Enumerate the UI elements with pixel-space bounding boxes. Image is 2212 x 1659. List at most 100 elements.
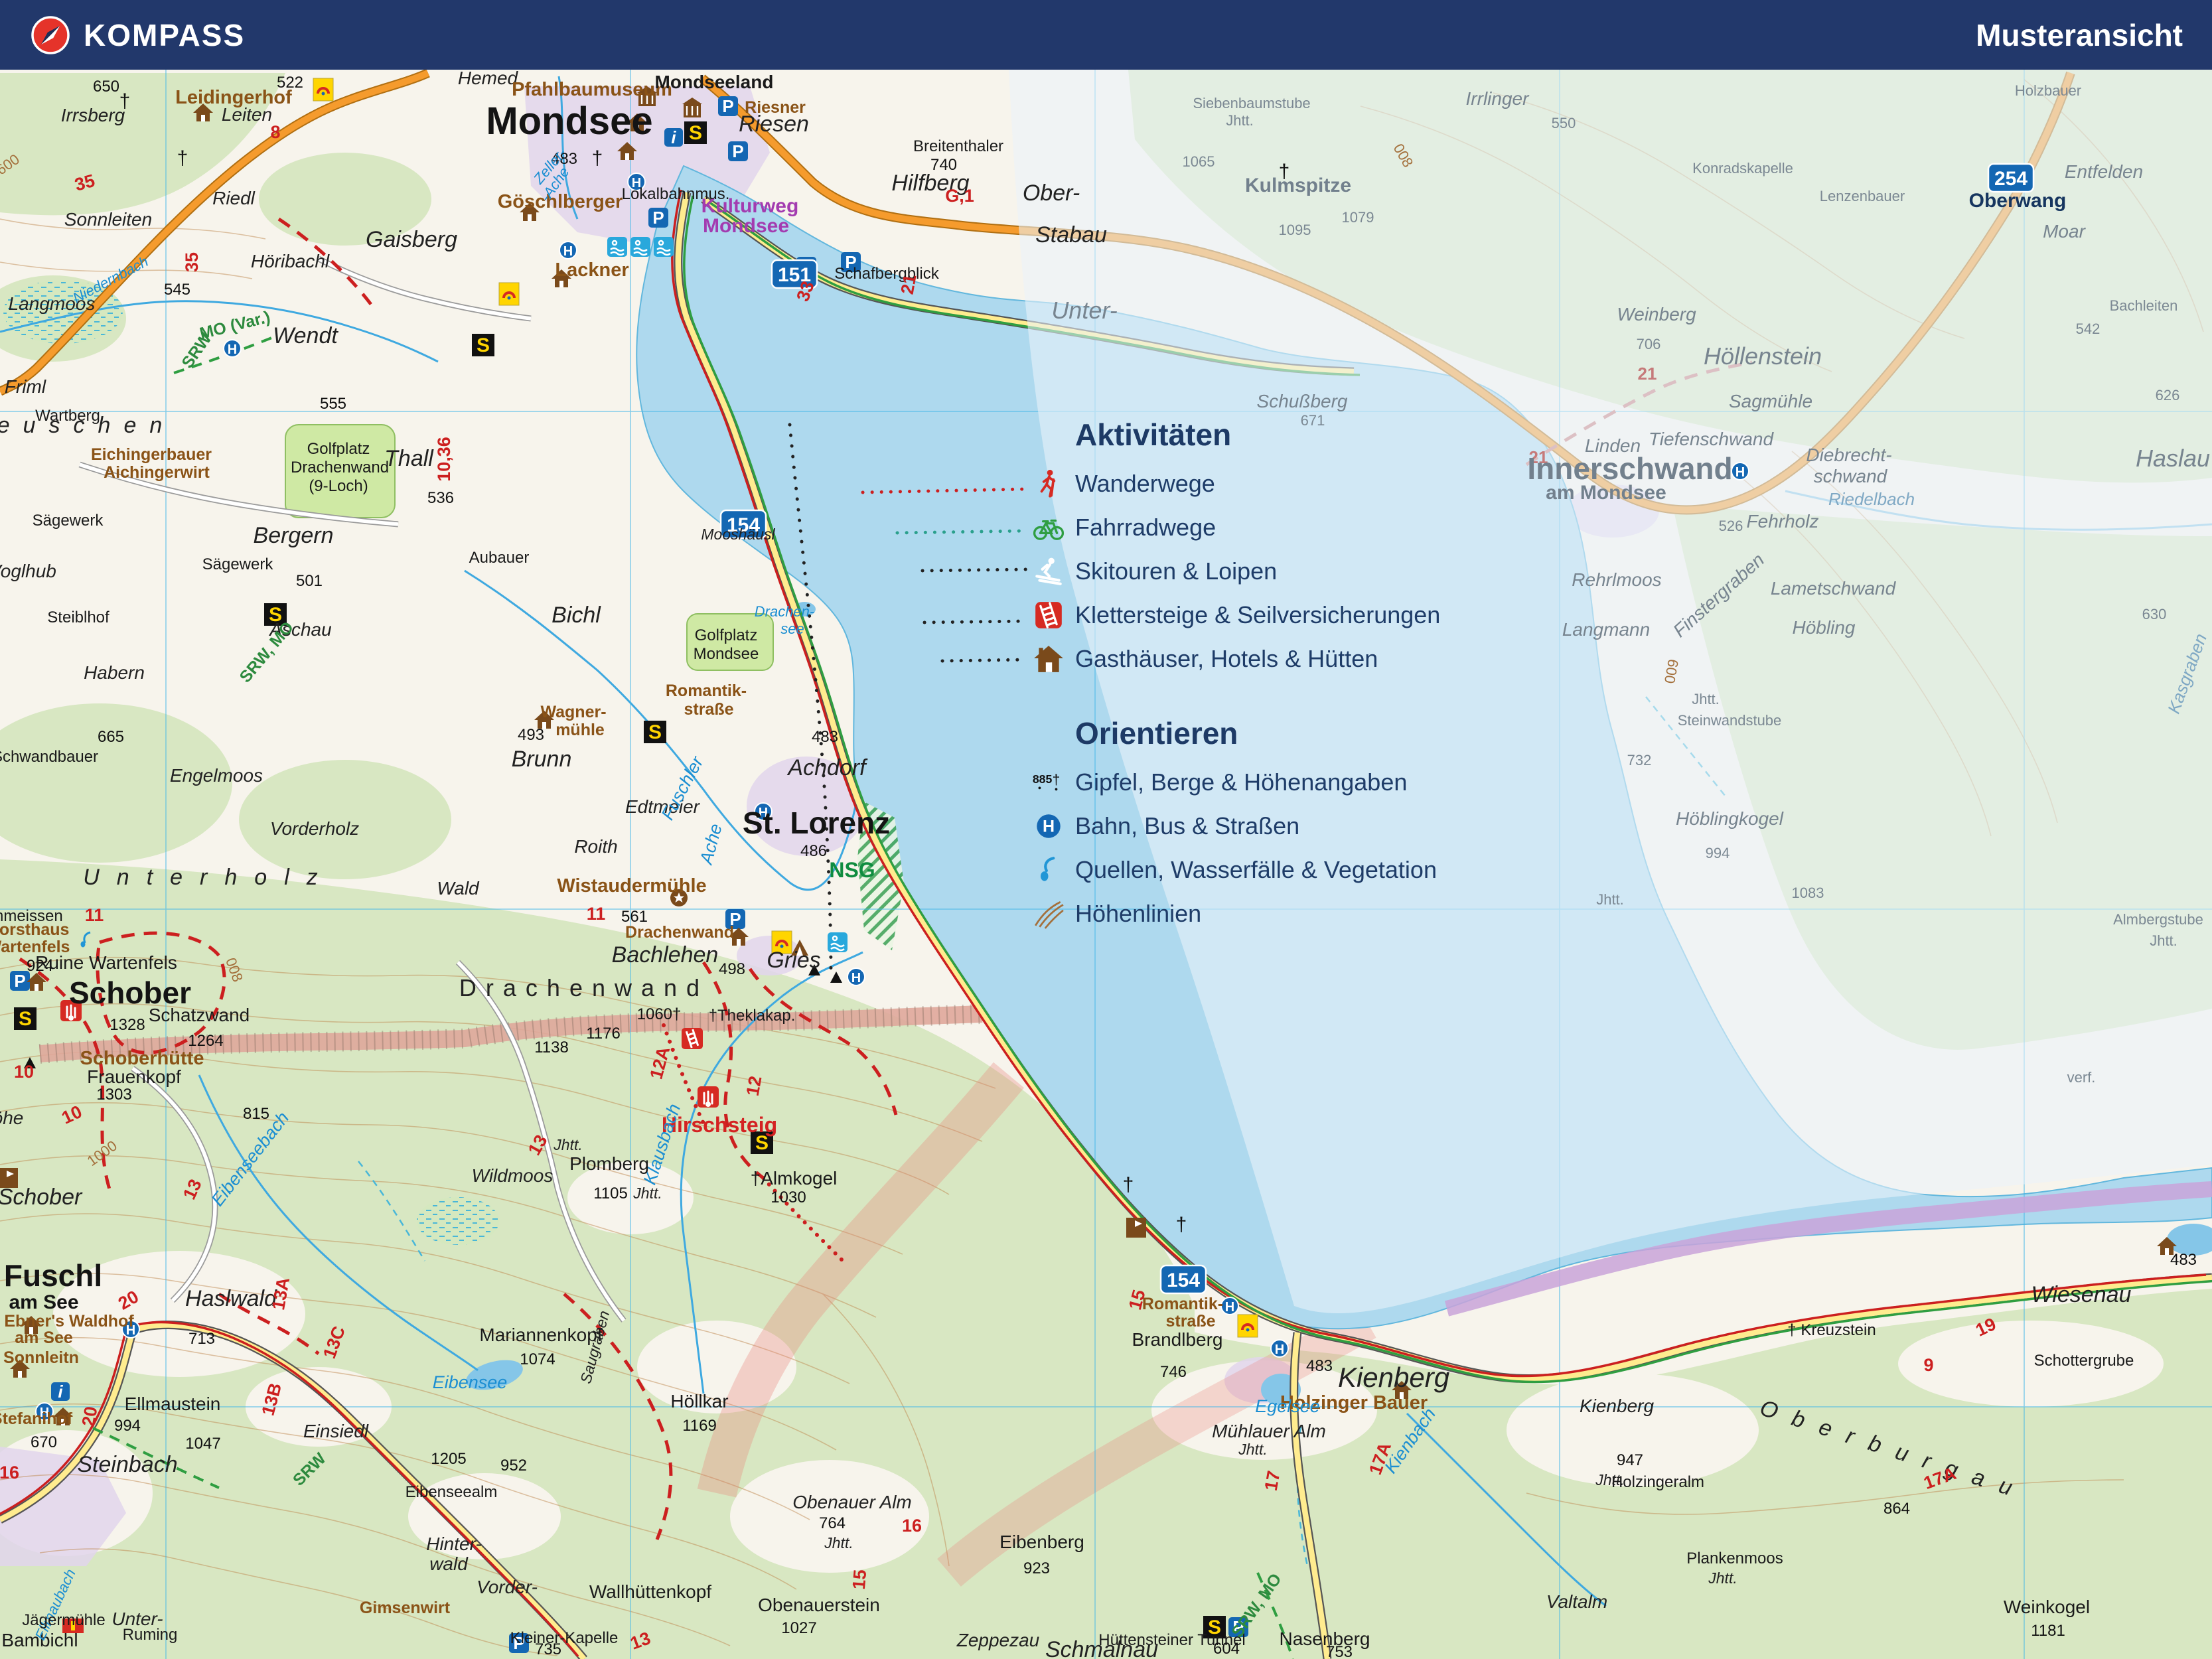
map-label: 16 — [902, 1516, 922, 1536]
map-label: Mooshäusl — [701, 526, 775, 543]
map-label: Wendt — [273, 323, 338, 348]
map-label: Weinberg — [1617, 304, 1696, 325]
svg-text:H: H — [1043, 817, 1055, 835]
map-label: 501 — [296, 572, 323, 590]
map-label: Mondseeland — [655, 72, 774, 92]
map-label: Sägewerk — [33, 512, 104, 530]
map-label: †Almkogel — [751, 1168, 838, 1189]
map-label: Sonnleiten — [64, 209, 152, 230]
map-label: Unter- — [1051, 297, 1117, 324]
map-label: straße — [684, 700, 733, 719]
map-label: Jhtt. — [2150, 932, 2177, 949]
map-label: 486 — [800, 842, 827, 860]
map-label: Golfplatz — [307, 440, 370, 458]
svg-text:H: H — [228, 342, 237, 357]
map-label: 16 — [0, 1463, 19, 1482]
map-label: 9 — [1923, 1355, 1933, 1375]
map-label: 17 — [1261, 1469, 1284, 1492]
map-label: 1303 — [96, 1086, 131, 1104]
bike-icon — [1033, 512, 1065, 543]
ski-icon — [1033, 555, 1065, 587]
map-label: 1065 — [1183, 153, 1215, 170]
map-label: Konradskapelle — [1692, 160, 1793, 177]
map-label: 1095 — [1279, 222, 1311, 238]
map-label: Drachenwand — [459, 974, 709, 1001]
map-label: Steinwandstube — [1678, 712, 1782, 729]
svg-text:H: H — [851, 971, 861, 985]
map-label: Egelsee — [1255, 1396, 1320, 1416]
map-label: Aichingerwirt — [104, 463, 210, 482]
hiker-icon — [1033, 468, 1065, 500]
map-label: Thall — [384, 446, 434, 471]
map-label: Mondsee — [703, 215, 789, 237]
map-label: 522 — [277, 74, 303, 92]
map-label: 650 — [93, 78, 119, 96]
map-label: Kienberg — [1338, 1362, 1449, 1393]
legend-item-label: Klettersteige & Seilversicherungen — [1075, 601, 1441, 628]
map-label: straße — [1165, 1312, 1215, 1331]
info-icon: i — [51, 1382, 70, 1402]
viewpoint-flag-icon — [1126, 1218, 1146, 1238]
map-label: Ruine Wartenfels — [35, 952, 177, 973]
svg-text:i: i — [58, 1382, 63, 1402]
map-label: Wistaudermühle — [557, 875, 706, 897]
svg-text:P: P — [722, 96, 733, 116]
map-label: Hinter- — [426, 1534, 482, 1554]
map-label: Eibenseealm — [406, 1483, 498, 1501]
map-label: Wallhüttenkopf — [589, 1581, 711, 1602]
map-label: Oberwang — [1969, 190, 2067, 212]
map-label: Drachenwand — [625, 923, 734, 942]
legend-item-label: Fahrradwege — [1075, 514, 1217, 541]
map-label: 1169 — [682, 1417, 717, 1435]
map-label: 764 — [819, 1514, 846, 1532]
map-label: Gimsenwirt — [360, 1599, 451, 1617]
map-label: 526 — [1719, 518, 1743, 534]
map-label: Höllenstein — [1704, 342, 1822, 370]
map-label: 732 — [1627, 752, 1652, 768]
bus-stop-icon: H — [223, 339, 242, 358]
map-label: Vorder- — [477, 1577, 538, 1597]
legend-item: H Bahn, Bus & Straßen — [1033, 804, 1440, 848]
svg-text:154: 154 — [1167, 1269, 1200, 1291]
legend-item-label: Bahn, Bus & Straßen — [1075, 812, 1300, 839]
map-label: Sonnleitn — [3, 1348, 79, 1367]
peak-icon: 885 † — [1033, 766, 1065, 798]
map-label: 1138 — [534, 1039, 569, 1056]
map-label: Pfahlbaumuseum — [512, 79, 672, 100]
map-label: St. Lorenz — [743, 806, 890, 840]
brand-block: KOMPASS — [29, 14, 245, 56]
church-cross-icon: † — [1123, 1174, 1134, 1196]
map-label: Valtalm — [1546, 1591, 1607, 1612]
svg-text:P: P — [652, 208, 664, 228]
map-label: Fuschl — [4, 1258, 102, 1293]
map-label: Unter- — [111, 1609, 163, 1629]
map-label: Wildmoos — [472, 1165, 553, 1186]
svg-text:P: P — [14, 971, 25, 991]
bus-stop-icon: H — [559, 241, 577, 259]
page-title: Musteransicht — [1976, 17, 2183, 52]
map-label: Achdorf — [786, 755, 868, 780]
map-label: 753 — [1326, 1643, 1353, 1659]
svg-text:†: † — [1053, 772, 1061, 788]
map-label: see — [780, 620, 804, 637]
climbing-icon — [698, 1086, 719, 1108]
svg-text:S: S — [19, 1008, 32, 1030]
bus-stop-icon: H — [1220, 1297, 1239, 1315]
map-label: 545 — [164, 281, 190, 299]
parking-icon: P — [728, 141, 748, 161]
map-label: Jhtt. — [824, 1534, 853, 1551]
map-label: † Kreuzstein — [1787, 1321, 1876, 1339]
map-label: am See — [15, 1329, 73, 1347]
legend-item: Klettersteige & Seilversicherungen — [1033, 593, 1440, 637]
svg-text:†: † — [1176, 1214, 1187, 1236]
map-label: Jhtt. — [1238, 1441, 1267, 1458]
map-label: 493 — [518, 726, 544, 744]
map-label: 10,36 — [434, 437, 454, 482]
map-label: 1083 — [1792, 885, 1824, 901]
map-label: Irrlinger — [1466, 88, 1530, 109]
svg-text:i: i — [671, 127, 676, 147]
parking-icon: P — [718, 96, 738, 116]
bus-stop-s-icon: S — [644, 721, 666, 743]
map-label: Sägewerk — [202, 555, 274, 573]
map-label: Stabau — [1035, 222, 1107, 248]
